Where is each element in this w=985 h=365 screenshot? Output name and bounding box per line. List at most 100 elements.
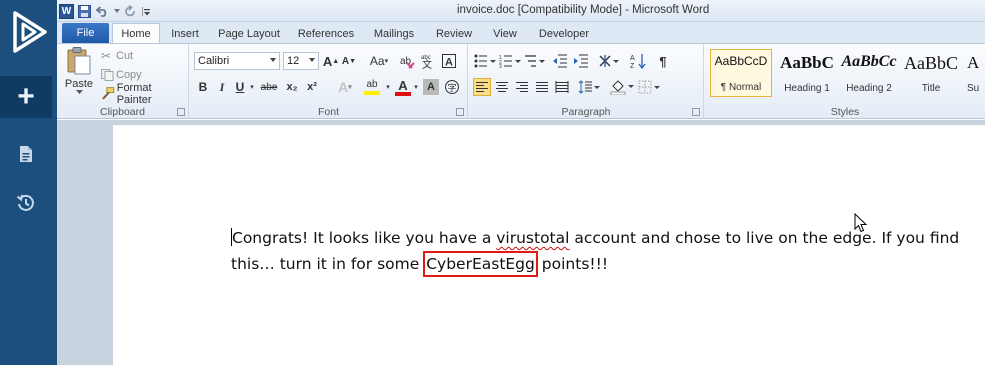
svg-text:字: 字 <box>448 82 457 93</box>
tab-page-layout[interactable]: Page Layout <box>215 25 283 43</box>
document-page[interactable]: Congrats! It looks like you have a virus… <box>113 125 985 365</box>
style-normal[interactable]: AaBbCcD ¶ Normal <box>710 49 772 97</box>
svg-text:A: A <box>630 55 635 62</box>
document-body[interactable]: Congrats! It looks like you have a virus… <box>231 226 985 277</box>
undo-icon[interactable] <box>95 4 110 19</box>
decrease-indent-icon <box>553 54 567 68</box>
shrink-font-button[interactable]: A ▼ <box>341 52 357 70</box>
paragraph-launcher-icon[interactable] <box>692 108 700 116</box>
underline-dropdown-icon[interactable]: ▾ <box>248 82 256 92</box>
style-subtitle-sample: A <box>967 53 980 72</box>
character-shading-button[interactable]: A <box>423 79 439 95</box>
shrink-font-icon: A <box>341 55 350 67</box>
change-case-button[interactable]: Aa ▾ <box>368 52 390 70</box>
highlighted-word[interactable]: CyberEastEgg <box>423 251 538 277</box>
distributed-button[interactable] <box>553 78 571 96</box>
highlighter-icon: ab <box>366 79 378 90</box>
show-formatting-marks-button[interactable]: ¶ <box>655 52 671 70</box>
grow-font-button[interactable]: A ▲ <box>323 52 339 70</box>
style-subtitle-label: Su <box>967 83 980 94</box>
style-normal-label: ¶ Normal <box>720 82 762 93</box>
bold-button[interactable]: B <box>194 78 212 96</box>
ribbon-tabs: File Home Insert Page Layout References … <box>57 22 985 44</box>
cut-button[interactable]: ✂ Cut <box>101 48 133 63</box>
strikethrough-button[interactable]: abe <box>258 78 280 96</box>
save-icon[interactable] <box>77 4 92 19</box>
style-subtitle[interactable]: A Su <box>967 49 985 97</box>
word-app-icon[interactable]: W <box>59 3 74 19</box>
clipboard-group: Paste ✂ Cut Copy Format Painter Clipboar… <box>57 44 189 119</box>
copy-button[interactable]: Copy <box>101 67 142 82</box>
multilevel-list-button[interactable] <box>523 52 547 70</box>
tab-view[interactable]: View <box>489 25 521 43</box>
justify-button[interactable] <box>533 78 551 96</box>
play-logo-icon[interactable] <box>0 0 57 64</box>
font-family-select[interactable]: Calibri <box>194 52 280 70</box>
plus-icon[interactable]: + <box>0 76 52 118</box>
style-heading-1-sample: AaBbC <box>780 53 834 72</box>
font-launcher-icon[interactable] <box>456 108 464 116</box>
tab-insert[interactable]: Insert <box>164 25 206 43</box>
format-painter-label: Format Painter <box>116 81 152 106</box>
styles-group-label: Styles <box>830 106 860 118</box>
format-painter-button[interactable]: Format Painter <box>101 82 188 106</box>
clipboard-launcher-icon[interactable] <box>177 108 185 116</box>
spellcheck-word[interactable]: virustotal <box>496 229 569 247</box>
tab-review[interactable]: Review <box>431 25 477 43</box>
paste-label: Paste <box>64 78 94 90</box>
style-title-sample: AaBbC <box>904 53 958 73</box>
character-border-icon: A <box>442 54 456 69</box>
grow-font-icon: A <box>322 53 333 69</box>
font-size-select[interactable]: 12 <box>283 52 319 70</box>
clear-formatting-button[interactable]: ab <box>398 52 416 70</box>
svg-text:Z: Z <box>630 63 635 69</box>
font-color-dropdown-icon[interactable]: ▾ <box>412 82 420 92</box>
sort-button[interactable]: AZ <box>629 52 647 70</box>
character-border-button[interactable]: A <box>440 52 458 70</box>
subscript-button[interactable]: x₂ <box>283 78 301 96</box>
align-left-button[interactable] <box>473 78 491 96</box>
shading-button[interactable] <box>609 78 635 96</box>
align-right-button[interactable] <box>513 78 531 96</box>
highlight-dropdown-icon[interactable]: ▾ <box>384 82 392 92</box>
font-color-button[interactable]: A <box>394 77 412 97</box>
font-color-swatch <box>395 91 411 96</box>
style-heading-2-sample: AaBbCc <box>841 53 897 70</box>
document-area: Congrats! It looks like you have a virus… <box>57 120 985 365</box>
superscript-button[interactable]: x² <box>303 78 321 96</box>
style-title[interactable]: AaBbC Title <box>900 49 962 97</box>
line-spacing-button[interactable] <box>577 78 601 96</box>
tab-mailings[interactable]: Mailings <box>369 25 419 43</box>
paste-button[interactable]: Paste <box>61 46 97 96</box>
style-heading-1[interactable]: AaBbC Heading 1 <box>776 49 838 97</box>
underline-button[interactable]: U <box>232 78 248 96</box>
increase-indent-button[interactable] <box>572 52 590 70</box>
title-bar: W invoice.doc [Compatibility Mode] - Mic… <box>57 0 985 22</box>
text-effects-button[interactable]: A ▾ <box>335 78 355 96</box>
change-case-icon: Aa <box>369 54 385 68</box>
ribbon: Paste ✂ Cut Copy Format Painter Clipboar… <box>57 43 985 119</box>
history-icon[interactable] <box>0 186 52 220</box>
tab-file[interactable]: File <box>62 23 109 43</box>
multilevel-list-icon <box>525 55 545 67</box>
phonetic-guide-button[interactable]: abc 文 <box>418 52 436 70</box>
undo-dropdown-icon[interactable] <box>113 4 120 19</box>
justify-icon <box>536 82 548 92</box>
bullets-button[interactable] <box>473 52 497 70</box>
italic-button[interactable]: I <box>213 78 231 96</box>
align-center-button[interactable] <box>493 78 511 96</box>
document-icon[interactable] <box>0 137 52 171</box>
tab-developer[interactable]: Developer <box>534 25 594 43</box>
window-title: invoice.doc [Compatibility Mode] - Micro… <box>457 4 710 16</box>
customize-toolbar-icon[interactable] <box>141 4 151 19</box>
decrease-indent-button[interactable] <box>551 52 569 70</box>
highlight-color-button[interactable]: ab <box>360 77 384 97</box>
numbering-button[interactable]: 123 <box>498 52 522 70</box>
borders-button[interactable] <box>637 78 661 96</box>
style-heading-2[interactable]: AaBbCc Heading 2 <box>838 49 900 97</box>
redo-icon[interactable] <box>123 4 138 19</box>
tab-home[interactable]: Home <box>112 23 160 44</box>
asian-layout-button[interactable] <box>597 52 621 70</box>
tab-references[interactable]: References <box>294 25 358 43</box>
enclose-characters-button[interactable]: 字 <box>443 78 461 96</box>
